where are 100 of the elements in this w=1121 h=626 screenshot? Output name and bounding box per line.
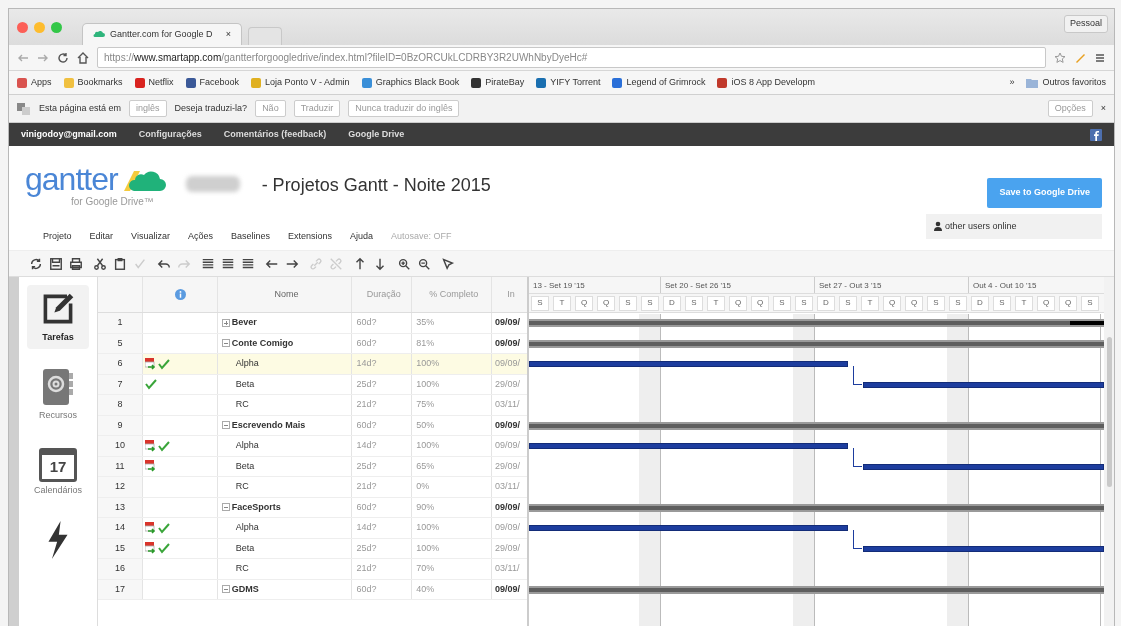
expander-icon[interactable] xyxy=(221,585,230,594)
sidebar-item[interactable]: 17 Calendários xyxy=(27,440,89,502)
bookmark-link[interactable]: Legend of Grimrock xyxy=(612,75,706,90)
task-bar[interactable] xyxy=(862,545,1104,552)
bookmark-link[interactable]: Bookmarks xyxy=(63,75,123,90)
social-icon[interactable] xyxy=(1090,128,1102,141)
sidebar-item[interactable]: Tarefas xyxy=(27,285,89,349)
more-bookmarks-button[interactable]: » xyxy=(1009,75,1015,90)
task-row[interactable]: 11 Beta 25d? 65% 29/09/ xyxy=(98,456,527,477)
close-button[interactable]: × xyxy=(1100,101,1106,116)
reload-icon[interactable] xyxy=(57,51,69,64)
bookmark-link[interactable]: Apps xyxy=(17,75,52,90)
menu-item[interactable]: Ajuda xyxy=(350,230,373,244)
save-icon[interactable] xyxy=(49,256,63,271)
task-row[interactable]: 8 RC 21d? 75% 03/11/ xyxy=(98,395,527,416)
day-header: S xyxy=(993,295,1011,311)
task-row[interactable]: 7 Beta 25d? 100% 29/09/ xyxy=(98,374,527,395)
zoom-out-icon[interactable] xyxy=(417,256,431,271)
paste-icon[interactable] xyxy=(113,256,127,271)
bookmark-link[interactable]: Graphics Black Book xyxy=(361,75,460,90)
menu-item[interactable]: Editar xyxy=(89,230,114,244)
menu-item[interactable]: Baselines xyxy=(230,230,270,244)
bookmark-link[interactable]: PirateBay xyxy=(471,75,525,90)
percent-complete-cell: 40% xyxy=(412,579,493,599)
expander-icon[interactable] xyxy=(221,421,230,430)
bookmark-link[interactable]: Netflix xyxy=(134,75,174,90)
home-icon[interactable] xyxy=(77,51,89,64)
task-row[interactable]: 1 Bever 60d? 35% 09/09/ xyxy=(98,313,527,334)
bookmark-link[interactable]: Loja Ponto V - Admin xyxy=(251,75,350,90)
task-row[interactable]: 13 FaceSports 60d? 90% 09/09/ xyxy=(98,497,527,518)
task-name: Alpha xyxy=(235,439,259,452)
close-button[interactable]: × xyxy=(225,27,231,41)
task-row[interactable]: 15 Beta 25d? 100% 29/09/ xyxy=(98,538,527,559)
start-date-cell-text: 29/09/ xyxy=(494,541,522,555)
cut-icon[interactable] xyxy=(93,256,107,271)
row-number: 1 xyxy=(98,313,143,333)
pointer-icon[interactable] xyxy=(441,256,455,271)
task-row[interactable]: 6 Alpha 14d? 100% 09/09/ xyxy=(98,354,527,375)
list-icon[interactable] xyxy=(241,256,255,271)
expander-icon[interactable] xyxy=(221,339,230,348)
task-row[interactable]: 17 GDMS 60d? 40% 09/09/ xyxy=(98,579,527,600)
sidebar-item[interactable]: Recursos xyxy=(27,362,89,426)
account-link[interactable]: Google Drive xyxy=(348,127,405,142)
arrow-down-icon[interactable] xyxy=(373,256,387,271)
online-users-text: other users online xyxy=(945,219,1017,233)
summary-bar[interactable] xyxy=(529,319,1104,327)
task-name: Bever xyxy=(231,316,257,329)
dependency-connector xyxy=(852,447,863,467)
percent-complete-cell: 100% xyxy=(412,538,493,558)
percent-complete-cell: 50% xyxy=(412,415,493,435)
star-icon[interactable] xyxy=(1054,51,1066,64)
task-row[interactable]: 9 Escrevendo Mais 60d? 50% 09/09/ xyxy=(98,415,527,436)
task-row[interactable]: 12 RC 21d? 0% 03/11/ xyxy=(98,477,527,498)
task-row[interactable]: 10 Alpha 14d? 100% 09/09/ xyxy=(98,436,527,457)
bookmark-link[interactable]: Facebook xyxy=(185,75,240,90)
menu-item[interactable]: Extensions xyxy=(287,230,332,244)
start-date-cell-text: 29/09/ xyxy=(494,377,522,391)
zoom-in-icon[interactable] xyxy=(397,256,411,271)
print-icon[interactable] xyxy=(69,256,83,271)
scrollbar-thumb[interactable] xyxy=(1106,337,1112,487)
column-header[interactable]: Nome xyxy=(217,277,353,312)
percent-complete-cell: 100% xyxy=(412,354,493,374)
percent-complete-cell: 35% xyxy=(412,313,493,333)
summary-bar[interactable] xyxy=(529,503,1104,512)
task-row[interactable]: 14 Alpha 14d? 100% 09/09/ xyxy=(98,518,527,539)
start-date-cell-text: 09/09/ xyxy=(494,357,522,370)
expander-icon[interactable] xyxy=(221,503,230,512)
menu-icon[interactable] xyxy=(1094,51,1106,64)
task-name: Alpha xyxy=(235,521,259,534)
menu-item[interactable]: Visualizar xyxy=(131,230,170,244)
menu-item[interactable]: Projeto xyxy=(43,230,72,244)
task-bar[interactable] xyxy=(862,463,1104,470)
address-field[interactable]: https://www.smartapp.com/gantterforgoogledrive/index.html?fileID=0BzORCUkLCDRBY3R2UWhNbyDyeHc# xyxy=(97,47,1046,68)
profile-button[interactable]: Pessoal xyxy=(1063,15,1108,33)
list-icon[interactable] xyxy=(201,256,215,271)
duration-cell: 60d? xyxy=(352,415,413,435)
bookmark-folder[interactable]: Outros favoritos xyxy=(1026,75,1106,90)
task-bar[interactable] xyxy=(862,381,1104,388)
calendar-icon: 17 xyxy=(39,448,77,482)
summary-bar[interactable] xyxy=(529,585,1104,594)
calendar-flag-icon xyxy=(144,542,157,555)
menu-item[interactable]: Ações xyxy=(187,230,213,244)
summary-bar[interactable] xyxy=(529,339,1104,348)
week-header: 13 - Set 19 '15 xyxy=(529,277,661,293)
bookmark-link[interactable]: YIFY Torrent xyxy=(536,75,601,90)
refresh-icon[interactable] xyxy=(29,256,43,271)
task-row[interactable]: 16 RC 21d? 70% 03/11/ xyxy=(98,559,527,580)
account-link[interactable]: Configurações xyxy=(138,127,202,142)
task-name: Escrevendo Mais xyxy=(231,418,306,432)
day-header: S xyxy=(949,295,967,311)
list-icon[interactable] xyxy=(221,256,235,271)
account-link[interactable]: Comentários (feedback) xyxy=(223,127,327,142)
arrow-up-icon[interactable] xyxy=(353,256,367,271)
task-name: Beta xyxy=(235,377,255,391)
day-header: S xyxy=(685,295,703,311)
expander-icon[interactable] xyxy=(221,318,230,327)
summary-bar[interactable] xyxy=(529,421,1104,430)
bookmark-link[interactable]: iOS 8 App Developm xyxy=(717,75,815,90)
browser-tab[interactable]: Gantter.com for Google D × xyxy=(82,22,242,45)
check-icon xyxy=(157,521,170,534)
